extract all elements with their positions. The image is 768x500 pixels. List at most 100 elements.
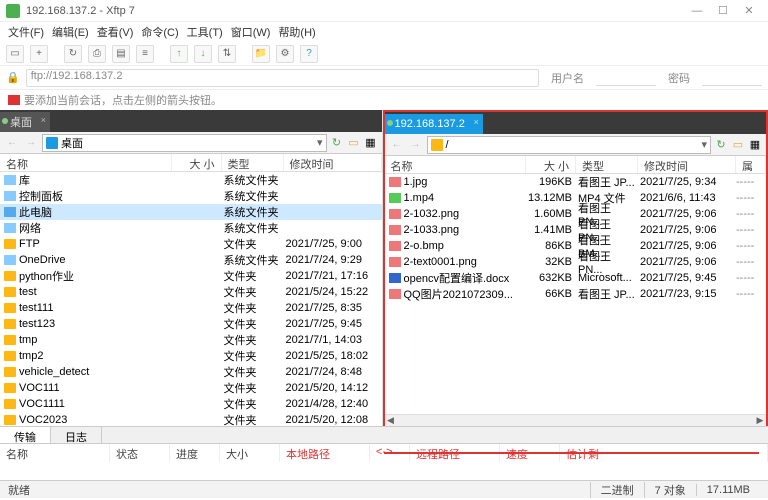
col-attr[interactable]: 属性 [736,156,766,173]
file-row[interactable]: FTP文件夹2021/7/25, 9:00 [0,236,382,252]
lock-icon: 🔒 [6,71,20,84]
col-name[interactable]: 名称 [0,154,172,171]
col-name[interactable]: 名称 [385,156,527,173]
file-row[interactable]: test文件夹2021/5/24, 15:22 [0,284,382,300]
file-row[interactable]: 1.jpg196KB看图王 JP...2021/7/25, 9:34----- [385,174,767,190]
menu-edit[interactable]: 编辑(E) [52,24,89,40]
back-icon[interactable]: ← [4,135,20,151]
tool-folder-icon[interactable]: 📁 [252,45,270,63]
remote-pane: 192.168.137.2× ← → /▾ ↻ ▭ ▦ 名称 大 小 类型 修改… [383,110,768,426]
file-row[interactable]: 控制面板系统文件夹 [0,188,382,204]
tool-print-icon[interactable]: ⎙ [88,45,106,63]
tool-download-icon[interactable]: ↓ [194,45,212,63]
file-row[interactable]: VOC1111文件夹2021/4/28, 12:40 [0,396,382,412]
tool-upload-icon[interactable]: ↑ [170,45,188,63]
file-row[interactable]: 库系统文件夹 [0,172,382,188]
refresh-icon[interactable]: ↻ [714,138,728,152]
view-icon[interactable]: ▦ [364,136,378,150]
hint-text: 要添加当前会话，点击左侧的箭头按钮。 [24,92,222,108]
file-row[interactable]: 2-text0001.png32KB看图王 PN...2021/7/25, 9:… [385,254,767,270]
maximize-button[interactable]: ☐ [710,4,736,17]
file-row[interactable]: 此电脑系统文件夹 [0,204,382,220]
file-row[interactable]: 网络系统文件夹 [0,220,382,236]
menu-file[interactable]: 文件(F) [8,24,44,40]
new-folder-icon[interactable]: ▭ [347,136,361,150]
tool-doc-icon[interactable]: ▤ [112,45,130,63]
local-tab[interactable]: 桌面× [0,112,50,132]
local-headers: 名称 大 小 类型 修改时间 [0,154,382,172]
toolbar: ▭ + ↻ ⎙ ▤ ≡ ↑ ↓ ⇅ 📁 ⚙ ? [0,42,768,66]
file-row[interactable]: vehicle_detect文件夹2021/7/24, 8:48 [0,364,382,380]
username-label: 用户名 [545,70,590,86]
address-bar: 🔒 ftp://192.168.137.2 用户名 密码 [0,66,768,90]
menu-view[interactable]: 查看(V) [97,24,134,40]
file-row[interactable]: test123文件夹2021/7/25, 9:45 [0,316,382,332]
file-row[interactable]: tmp文件夹2021/7/1, 14:03 [0,332,382,348]
forward-icon[interactable]: → [408,137,424,153]
bottom-tabs: 传输 日志 [0,426,768,444]
status-objects: 7 对象 [644,482,696,498]
local-file-list[interactable]: 库系统文件夹控制面板系统文件夹此电脑系统文件夹网络系统文件夹FTP文件夹2021… [0,172,382,426]
local-pane: 桌面× ← → 桌面▾ ↻ ▭ ▦ 名称 大 小 类型 修改时间 库系统文件夹控… [0,110,383,426]
tool-new-icon[interactable]: ▭ [6,45,24,63]
menu-help[interactable]: 帮助(H) [278,24,315,40]
tab-log[interactable]: 日志 [51,427,102,443]
col-type[interactable]: 类型 [222,154,284,171]
view-icon[interactable]: ▦ [748,138,762,152]
file-row[interactable]: VOC111文件夹2021/5/20, 14:12 [0,380,382,396]
tool-refresh-icon[interactable]: ↻ [64,45,82,63]
flag-icon [8,95,20,105]
app-icon [6,4,20,18]
remote-scrollbar[interactable]: ◀▶ [385,414,767,426]
tool-nav-icon[interactable]: ≡ [136,45,154,63]
remote-headers: 名称 大 小 类型 修改时间 属性 [385,156,767,174]
menu-command[interactable]: 命令(C) [141,24,178,40]
file-row[interactable]: test111文件夹2021/7/25, 8:35 [0,300,382,316]
col-size[interactable]: 大 小 [172,154,222,171]
password-input[interactable] [702,70,762,86]
close-icon[interactable]: × [474,117,479,127]
close-button[interactable]: ✕ [736,4,762,17]
titlebar: 192.168.137.2 - Xftp 7 — ☐ ✕ [0,0,768,22]
file-row[interactable]: opencv配置编译.docx632KBMicrosoft...2021/7/2… [385,270,767,286]
url-input[interactable]: ftp://192.168.137.2 [26,69,539,87]
file-row[interactable]: VOC2023文件夹2021/5/20, 12:08 [0,412,382,426]
tool-open-icon[interactable]: + [30,45,48,63]
close-icon[interactable]: × [41,115,46,125]
remote-tabs: 192.168.137.2× [385,112,767,134]
col-type[interactable]: 类型 [576,156,638,173]
col-size[interactable]: 大 小 [526,156,576,173]
menubar: 文件(F) 编辑(E) 查看(V) 命令(C) 工具(T) 窗口(W) 帮助(H… [0,22,768,42]
tool-transfer-icon[interactable]: ⇅ [218,45,236,63]
new-folder-icon[interactable]: ▭ [731,138,745,152]
local-tabs: 桌面× [0,110,382,132]
file-row[interactable]: QQ图片2021072309...66KB看图王 JP...2021/7/23,… [385,286,767,302]
menu-tools[interactable]: 工具(T) [187,24,223,40]
forward-icon[interactable]: → [23,135,39,151]
back-icon[interactable]: ← [389,137,405,153]
transfer-list[interactable] [0,462,768,480]
col-date[interactable]: 修改时间 [638,156,736,173]
file-row[interactable]: python作业文件夹2021/7/21, 17:16 [0,268,382,284]
tab-transfer[interactable]: 传输 [0,427,51,443]
hint-bar: 要添加当前会话，点击左侧的箭头按钮。 [0,90,768,110]
remote-file-list[interactable]: 1.jpg196KB看图王 JP...2021/7/25, 9:34-----1… [385,174,767,414]
status-total: 17.11MB [696,484,760,496]
file-row[interactable]: OneDrive系统文件夹2021/7/24, 9:29 [0,252,382,268]
status-bar: 就绪 二进制 7 对象 17.11MB [0,480,768,498]
local-path-input[interactable]: 桌面▾ [42,134,327,152]
file-row[interactable]: tmp2文件夹2021/5/25, 18:02 [0,348,382,364]
minimize-button[interactable]: — [684,5,710,17]
local-navbar: ← → 桌面▾ ↻ ▭ ▦ [0,132,382,154]
col-date[interactable]: 修改时间 [284,154,382,171]
window-title: 192.168.137.2 - Xftp 7 [26,5,684,17]
refresh-icon[interactable]: ↻ [330,136,344,150]
remote-path-input[interactable]: /▾ [427,136,712,154]
tool-settings-icon[interactable]: ⚙ [276,45,294,63]
username-input[interactable] [596,70,656,86]
remote-navbar: ← → /▾ ↻ ▭ ▦ [385,134,767,156]
menu-window[interactable]: 窗口(W) [231,24,271,40]
remote-tab[interactable]: 192.168.137.2× [385,114,483,134]
tool-help-icon[interactable]: ? [300,45,318,63]
password-label: 密码 [662,70,696,86]
